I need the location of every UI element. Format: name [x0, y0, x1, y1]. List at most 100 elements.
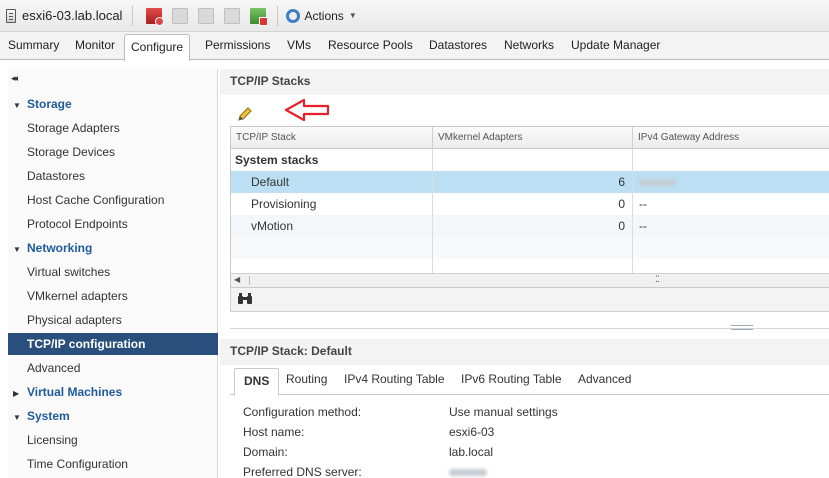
host-title: esxi6-03.lab.local — [22, 8, 123, 23]
vm-add-icon[interactable] — [146, 7, 165, 26]
scroll-left-icon[interactable]: ◀ — [234, 275, 240, 284]
adapter-count: 0 — [618, 197, 625, 211]
property-value: esxi6-03 — [449, 425, 495, 439]
stacks-title: TCP/IP Stacks — [230, 74, 311, 88]
nav-item-tcpip-configuration[interactable]: TCP/IP configuration — [8, 333, 218, 355]
property-value — [449, 463, 487, 478]
edit-pencil-icon[interactable] — [236, 105, 254, 123]
nav-item-host-cache-configuration[interactable]: Host Cache Configuration — [8, 189, 218, 211]
tab-ipv6-routing-table[interactable]: IPv6 Routing Table — [461, 372, 562, 386]
nav-item-storage-devices[interactable]: Storage Devices — [8, 141, 218, 163]
expand-arrow-icon: ▼ — [13, 101, 21, 110]
nav-item-storage-adapters[interactable]: Storage Adapters — [8, 117, 218, 139]
adapter-count: 0 — [618, 219, 625, 233]
tab-update-manager[interactable]: Update Manager — [571, 38, 660, 52]
property-label: Configuration method: — [243, 405, 362, 419]
nav-item-virtual-switches[interactable]: Virtual switches — [8, 261, 218, 283]
tab-resource-pools[interactable]: Resource Pools — [328, 38, 413, 52]
nav-item-physical-adapters[interactable]: Physical adapters — [8, 309, 218, 331]
nav-item-vmkernel-adapters[interactable]: VMkernel adapters — [8, 285, 218, 307]
nav-section-label: Virtual Machines — [27, 385, 123, 399]
nav-item-datastores[interactable]: Datastores — [8, 165, 218, 187]
main-tabs: Summary Monitor Configure Permissions VM… — [0, 32, 829, 61]
host-icon — [6, 8, 16, 23]
group-label: System stacks — [235, 153, 319, 167]
actions-button[interactable]: Actions ▼ — [286, 8, 357, 23]
nav-item-protocol-endpoints[interactable]: Protocol Endpoints — [8, 213, 218, 235]
column-divider — [632, 149, 633, 275]
nav-item-time-configuration[interactable]: Time Configuration — [8, 453, 218, 475]
expand-arrow-icon: ▼ — [13, 245, 21, 254]
nav-section-system[interactable]: ▼ System — [8, 405, 218, 427]
tab-summary[interactable]: Summary — [8, 38, 59, 52]
detail-title: TCP/IP Stack: Default — [230, 344, 352, 358]
tab-datastores[interactable]: Datastores — [429, 38, 487, 52]
main-panel: TCP/IP Stacks TCP/IP Stack VMkernel Adap… — [220, 69, 829, 478]
left-nav: ◂◂ ▼ Storage Storage Adapters Storage Dev… — [8, 69, 218, 478]
adapter-count: 6 — [618, 175, 625, 189]
column-header-adapters[interactable]: VMkernel Adapters — [433, 127, 633, 149]
resize-grip-icon[interactable]: ⁚⁚ — [655, 274, 660, 285]
property-label: Preferred DNS server: — [243, 465, 362, 478]
tab-monitor[interactable]: Monitor — [75, 38, 115, 52]
nav-item-advanced[interactable]: Advanced — [8, 357, 218, 379]
column-divider — [432, 149, 433, 275]
nav-section-label: Networking — [27, 241, 93, 255]
column-header-gateway[interactable]: IPv4 Gateway Address — [633, 127, 829, 149]
tab-routing[interactable]: Routing — [286, 372, 327, 386]
group-row: System stacks — [231, 149, 829, 171]
table-row[interactable]: vMotion 0 -- — [231, 215, 829, 237]
detail-tabs: DNS Routing IPv4 Routing Table IPv6 Rout… — [230, 365, 829, 396]
expand-arrow-icon: ▼ — [13, 413, 21, 422]
stack-name: vMotion — [251, 219, 294, 233]
gateway-value — [639, 171, 677, 193]
collapse-nav-icon[interactable]: ◂◂ — [11, 73, 18, 84]
nav-section-storage[interactable]: ▼ Storage — [8, 93, 218, 115]
stack-name: Default — [251, 175, 290, 189]
tab-permissions[interactable]: Permissions — [205, 38, 270, 52]
tab-dns[interactable]: DNS — [234, 368, 280, 396]
caret-down-icon: ▼ — [348, 11, 357, 20]
splitter-handle-icon[interactable] — [731, 325, 753, 330]
nav-section-label: Storage — [27, 97, 72, 111]
stack-name: Provisioning — [251, 197, 317, 211]
nav-section-networking[interactable]: ▼ Networking — [8, 237, 218, 259]
collapsed-arrow-icon: ▶ — [13, 389, 20, 398]
nav-item-licensing[interactable]: Licensing — [8, 429, 218, 451]
vm-remove-icon[interactable] — [250, 7, 269, 26]
stacks-table: TCP/IP Stack VMkernel Adapters IPv4 Gate… — [230, 126, 829, 288]
property-value: lab.local — [449, 445, 494, 459]
tab-ipv4-routing-table[interactable]: IPv4 Routing Table — [344, 372, 445, 386]
toolbar-separator — [132, 5, 134, 26]
tab-advanced[interactable]: Advanced — [578, 372, 631, 386]
gateway-value: -- — [639, 219, 647, 233]
stacks-header-band — [220, 69, 829, 95]
tab-configure[interactable]: Configure — [124, 34, 191, 61]
property-label: Domain: — [243, 445, 288, 459]
gear-icon — [286, 8, 301, 23]
vm-folder-icon[interactable] — [224, 7, 241, 24]
vm-migrate-icon[interactable] — [198, 7, 215, 24]
gateway-value: -- — [639, 197, 647, 211]
tab-vms[interactable]: VMs — [287, 38, 311, 52]
column-header-stack[interactable]: TCP/IP Stack — [231, 127, 433, 149]
table-row[interactable]: Provisioning 0 -- — [231, 193, 829, 215]
property-label: Host name: — [243, 425, 305, 439]
title-bar: esxi6-03.lab.local Actions ▼ — [0, 0, 829, 32]
vm-clone-icon[interactable] — [172, 7, 189, 24]
scroll-track — [249, 276, 250, 285]
actions-label: Actions — [304, 8, 344, 23]
horizontal-scrollbar[interactable]: ◀ ⁚⁚ — [231, 273, 829, 287]
table-footer — [230, 288, 829, 312]
binoculars-icon[interactable] — [237, 293, 253, 305]
tab-networks[interactable]: Networks — [504, 38, 554, 52]
redacted-value — [449, 469, 487, 476]
table-row[interactable]: Default 6 — [231, 171, 829, 193]
redacted-value — [639, 179, 677, 186]
property-value: Use manual settings — [449, 405, 558, 419]
nav-section-virtual-machines[interactable]: ▶ Virtual Machines — [8, 381, 218, 403]
nav-section-label: System — [27, 409, 70, 423]
annotation-arrow-icon — [284, 98, 330, 122]
empty-row — [231, 237, 829, 259]
toolbar-separator — [277, 5, 279, 26]
